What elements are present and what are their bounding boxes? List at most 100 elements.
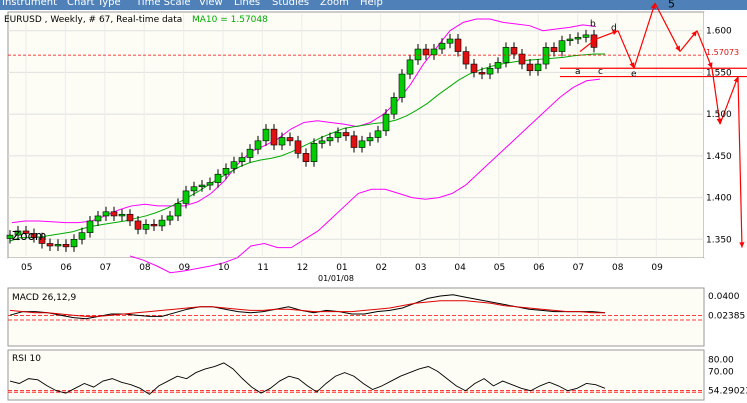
candle [126, 213, 134, 222]
candle [398, 73, 406, 98]
candle [574, 37, 582, 40]
candle [390, 97, 398, 115]
candle [358, 140, 366, 148]
rsi-tick: 54.29023 [708, 386, 747, 396]
month-tick: 05 [21, 263, 32, 273]
wave-label: e [631, 70, 637, 80]
month-tick: 07 [100, 263, 111, 273]
candle [214, 173, 222, 183]
last-price-label: 1.57073 [706, 48, 739, 57]
candle [246, 148, 254, 158]
candle [342, 132, 350, 137]
candle [294, 140, 302, 154]
candle [310, 143, 318, 163]
candle [302, 153, 310, 163]
price-tick: 1.600 [706, 27, 732, 37]
month-tick: 04 [454, 263, 466, 273]
candle [270, 128, 278, 146]
month-tick: 10 [218, 263, 230, 273]
macd-panel [7, 287, 705, 347]
candle [478, 72, 486, 75]
rsi-title: RSI 10 [12, 354, 41, 364]
month-tick: 05 [494, 263, 505, 273]
month-tick: 01 [336, 263, 347, 273]
candle [558, 40, 566, 52]
candle [222, 168, 230, 175]
price-tick: 1.500 [706, 110, 732, 120]
candle [446, 38, 454, 44]
month-tick: 11 [257, 263, 268, 273]
candle [198, 184, 206, 188]
month-tick: 09 [179, 263, 191, 273]
rsi-tick: 80.00 [708, 355, 734, 365]
candle [382, 113, 390, 132]
info-symbol: EURUSD , Weekly, # 67, Real-time data [4, 15, 182, 25]
candle [406, 59, 414, 75]
candle [86, 220, 94, 233]
candle [374, 130, 382, 138]
candle [438, 42, 446, 50]
candle [206, 182, 214, 186]
candle [510, 47, 518, 55]
candle [470, 63, 478, 73]
month-tick: 08 [612, 263, 624, 273]
candle [182, 190, 190, 204]
macd-title: MACD 26,12,9 [12, 293, 76, 303]
candle [142, 223, 150, 230]
macd-tick: 0.02385 [708, 311, 745, 321]
month-tick: 03 [415, 263, 426, 273]
candle [422, 48, 430, 56]
candle [262, 128, 270, 142]
candle [102, 211, 110, 217]
candle [110, 211, 118, 217]
candle [54, 244, 62, 247]
candle [158, 219, 166, 227]
candle [350, 135, 358, 148]
candle [46, 243, 54, 247]
candle [494, 62, 502, 69]
chart-canvas: a b c d e 5 1.350 1.400 1.450 1.500 1.550 1.600 05… [4, 0, 747, 401]
month-tick: 08 [139, 263, 151, 273]
candle [70, 239, 78, 248]
price-tick: 1.550 [706, 68, 732, 78]
candle [230, 161, 238, 169]
price-panel [7, 11, 705, 259]
candle [94, 215, 102, 222]
rsi-tick: 70.00 [708, 367, 734, 377]
candle [118, 213, 126, 217]
candle [78, 232, 86, 240]
candle [62, 244, 70, 248]
candle [134, 220, 142, 230]
candle [254, 140, 262, 150]
candle [366, 137, 374, 142]
date-label: 01/01/08 [318, 274, 354, 283]
candle [462, 51, 470, 65]
month-tick: 02 [376, 263, 387, 273]
month-tick: 09 [651, 263, 663, 273]
candle [518, 53, 526, 65]
candle [190, 186, 198, 192]
candle [238, 157, 246, 163]
wave-label: a [575, 67, 581, 77]
candle [278, 137, 286, 146]
candle [326, 137, 334, 142]
candle [150, 223, 158, 227]
candle [582, 34, 590, 38]
zoom-label[interactable]: Zoom [12, 229, 47, 243]
wave-label: d [611, 24, 617, 34]
candle [318, 140, 326, 144]
macd-tick: 0.0400 [708, 292, 740, 302]
candle [286, 137, 294, 142]
candle [414, 48, 422, 61]
month-tick: 06 [60, 263, 72, 273]
candle [454, 38, 462, 52]
candle [542, 47, 550, 65]
info-ma: MA10 = 1.57048 [192, 15, 268, 25]
candle [166, 215, 174, 221]
candle [534, 63, 542, 72]
candle [174, 203, 182, 217]
candle [566, 38, 574, 42]
candle [550, 47, 558, 52]
price-tick: 1.400 [706, 194, 732, 204]
month-tick: 07 [573, 263, 584, 273]
